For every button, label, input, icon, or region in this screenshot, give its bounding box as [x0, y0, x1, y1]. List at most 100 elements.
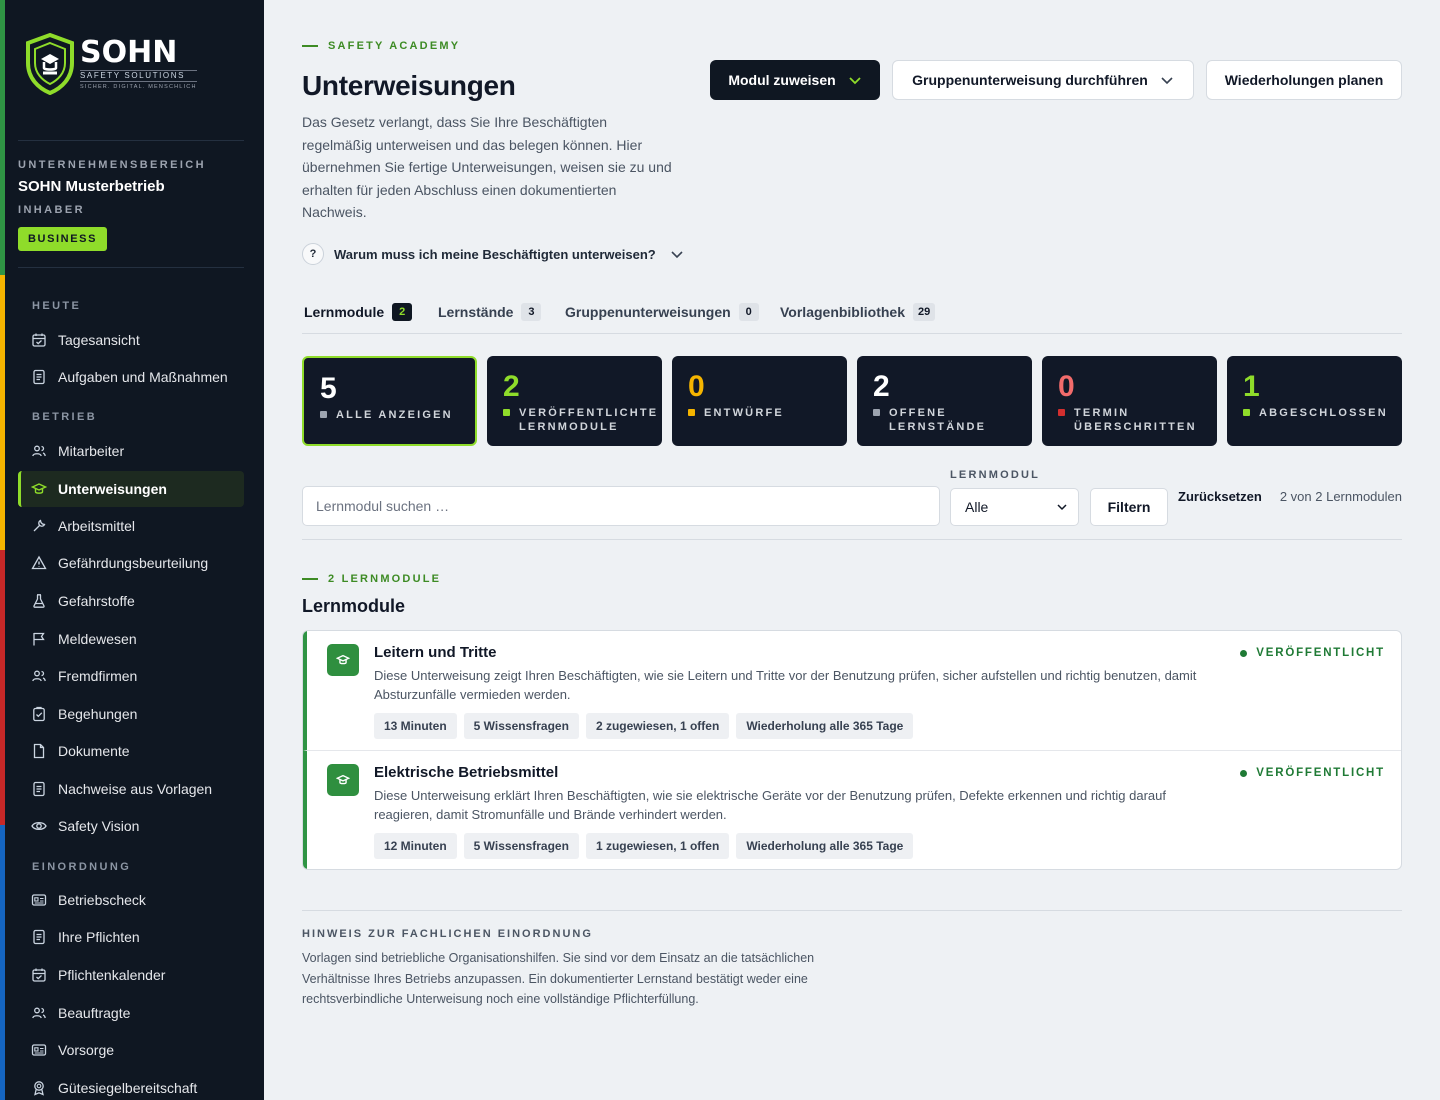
page-intro: Das Gesetz verlangt, dass Sie Ihre Besch… [302, 114, 672, 221]
group-instruction-button[interactable]: Gruppenunterweisung durchführen [892, 60, 1194, 100]
filter-button[interactable]: Filtern [1090, 488, 1168, 526]
wrench-icon [31, 518, 47, 534]
module-description: Diese Unterweisung zeigt Ihren Beschäfti… [374, 668, 1197, 702]
stat-card-veröffentlichte-lernmodule[interactable]: 2 VERÖFFENTLICHTE LERNMODULE [487, 356, 662, 446]
stat-label: ENTWÜRFE [704, 407, 784, 419]
tab-count-badge: 3 [521, 303, 542, 321]
sidebar-item-label: Safety Vision [58, 818, 140, 834]
stat-card-abgeschlossen[interactable]: 1 ABGESCHLOSSEN [1227, 356, 1402, 446]
sidebar-item-aufgaben-und-massnahmen[interactable]: Aufgaben und Maßnahmen [18, 359, 244, 395]
status-badge: VERÖFFENTLICHT [1240, 647, 1385, 659]
sidebar-item-gefaehrdungsbeurteilung[interactable]: Gefährdungsbeurteilung [18, 545, 244, 581]
sidebar-item-label: Pflichtenkalender [58, 967, 166, 983]
stat-value: 0 [1058, 370, 1075, 403]
module-search-input[interactable] [302, 486, 940, 526]
stat-card-termin-überschritten[interactable]: 0 TERMIN ÜBERSCHRITTEN [1042, 356, 1217, 446]
sidebar-item-tagesansicht[interactable]: Tagesansicht [18, 322, 244, 358]
module-tag: 1 zugewiesen, 1 offen [585, 833, 730, 859]
module-filter-select[interactable]: Alle [950, 488, 1079, 526]
sidebar-item-label: Mitarbeiter [58, 443, 125, 459]
assign-module-label: Modul zuweisen [728, 72, 836, 88]
question-icon: ? [302, 243, 324, 265]
sidebar-item-safety-vision[interactable]: Safety Vision [18, 808, 244, 844]
tab-gruppenunterweisungen[interactable]: Gruppenunterweisungen 0 [565, 303, 759, 321]
stat-label: TERMIN ÜBERSCHRITTEN [1074, 407, 1197, 433]
list-eyebrow-text: 2 LERNMODULE [328, 573, 442, 585]
tab-label: Lernstände [438, 304, 514, 320]
module-description: Diese Unterweisung erklärt Ihren Beschäf… [374, 788, 1166, 822]
assign-module-button[interactable]: Modul zuweisen [710, 60, 880, 100]
sidebar-accent-stripe-blue [0, 825, 5, 1100]
company-role: INHABER [18, 204, 85, 216]
sidebar-item-beauftragte[interactable]: Beauftragte [18, 995, 244, 1031]
sidebar-item-vorsorge[interactable]: Vorsorge [18, 1032, 244, 1068]
faq-toggle[interactable]: ? Warum muss ich meine Beschäftigten unt… [302, 243, 684, 265]
list-eyebrow: 2 LERNMODULE [302, 573, 441, 585]
users-icon [31, 443, 47, 459]
sidebar-item-unterweisungen[interactable]: Unterweisungen [18, 471, 244, 507]
module-card[interactable]: Elektrische Betriebsmittel Diese Unterwei… [303, 750, 1401, 869]
stat-value: 5 [320, 372, 337, 405]
sidebar-item-pflichtenkalender[interactable]: Pflichtenkalender [18, 957, 244, 993]
eye-icon [31, 818, 47, 834]
sidebar-item-betriebscheck[interactable]: Betriebscheck [18, 882, 244, 918]
sidebar-item-nachweise-aus-vorlagen[interactable]: Nachweise aus Vorlagen [18, 771, 244, 807]
module-tags: 12 Minuten 5 Wissensfragen 1 zugewiesen, 1… [374, 833, 920, 859]
tab-label: Vorlagenbibliothek [780, 304, 905, 320]
sidebar-item-begehungen[interactable]: Begehungen [18, 696, 244, 732]
stat-value: 2 [503, 370, 520, 403]
sidebar-item-label: Begehungen [58, 706, 138, 722]
calendar-check-icon [31, 967, 47, 983]
status-dot [1058, 409, 1065, 416]
status-badge: VERÖFFENTLICHT [1240, 767, 1385, 779]
tab-label: Gruppenunterweisungen [565, 304, 731, 320]
sidebar-item-fremdfirmen[interactable]: Fremdfirmen [18, 658, 244, 694]
status-text: VERÖFFENTLICHT [1256, 767, 1385, 779]
award-icon [31, 1080, 47, 1096]
tab-lernstaende[interactable]: Lernstände 3 [438, 303, 542, 321]
company-name[interactable]: SOHN Musterbetrieb [18, 178, 165, 195]
stat-card-entwürfe[interactable]: 0 ENTWÜRFE [672, 356, 847, 446]
sidebar-item-label: Gütesiegelbereitschaft [58, 1080, 198, 1096]
section-divider [302, 539, 1402, 540]
status-dot [1240, 649, 1248, 657]
sidebar-divider [18, 140, 244, 141]
stat-value: 0 [688, 370, 705, 403]
stat-card-alle-anzeigen[interactable]: 5 ALLE ANZEIGEN [302, 356, 477, 446]
sidebar-item-arbeitsmittel[interactable]: Arbeitsmittel [18, 508, 244, 544]
sidebar-item-label: Nachweise aus Vorlagen [58, 781, 213, 797]
sidebar-item-meldewesen[interactable]: Meldewesen [18, 621, 244, 657]
stat-value: 2 [873, 370, 890, 403]
sidebar-item-mitarbeiter[interactable]: Mitarbeiter [18, 433, 244, 469]
sidebar-item-guetesiegelbereitschaft[interactable]: Gütesiegelbereitschaft [18, 1070, 244, 1100]
plan-badge: BUSINESS [18, 227, 108, 251]
brand-slogan: SICHER. DIGITAL. MENSCHLICH [80, 83, 197, 90]
users-icon [31, 1005, 47, 1021]
file-icon [31, 743, 47, 759]
plan-repetitions-button[interactable]: Wiederholungen planen [1206, 60, 1402, 100]
module-title[interactable]: Leitern und Tritte [374, 644, 497, 661]
sidebar-item-dokumente[interactable]: Dokumente [18, 733, 244, 769]
brand-tagline: SAFETY SOLUTIONS [80, 69, 197, 82]
module-tag: Wiederholung alle 365 Tage [736, 833, 914, 859]
chevron-down-icon [671, 251, 683, 259]
reset-filters-link[interactable]: Zurücksetzen [1178, 489, 1262, 504]
graduation-cap-icon [31, 481, 47, 497]
tab-vorlagenbibliothek[interactable]: Vorlagenbibliothek 29 [780, 303, 936, 321]
clipboard-check-icon [31, 706, 47, 722]
sidebar-section-einordnung: EINORDNUNG [32, 861, 132, 873]
sidebar-item-ihre-pflichten[interactable]: Ihre Pflichten [18, 919, 244, 955]
status-dot [873, 409, 880, 416]
brand-name: SOHN [80, 34, 178, 70]
sidebar-accent-stripe-red [0, 550, 5, 825]
module-card[interactable]: Leitern und Tritte Diese Unterweisung zei… [303, 631, 1401, 750]
module-tag: 13 Minuten [374, 713, 457, 739]
stat-card-offene-lernstände[interactable]: 2 OFFENE LERNSTÄNDE [857, 356, 1032, 446]
tab-lernmodule[interactable]: Lernmodule 2 [304, 303, 413, 321]
module-title[interactable]: Elektrische Betriebsmittel [374, 764, 558, 781]
module-tags: 13 Minuten 5 Wissensfragen 2 zugewiesen, 1… [374, 713, 920, 739]
brand-logo[interactable]: SOHN SAFETY SOLUTIONS SICHER. DIGITAL. M… [24, 32, 200, 96]
status-dot [1243, 409, 1250, 416]
sidebar-item-gefahrstoffe[interactable]: Gefahrstoffe [18, 583, 244, 619]
id-card-icon [31, 892, 47, 908]
